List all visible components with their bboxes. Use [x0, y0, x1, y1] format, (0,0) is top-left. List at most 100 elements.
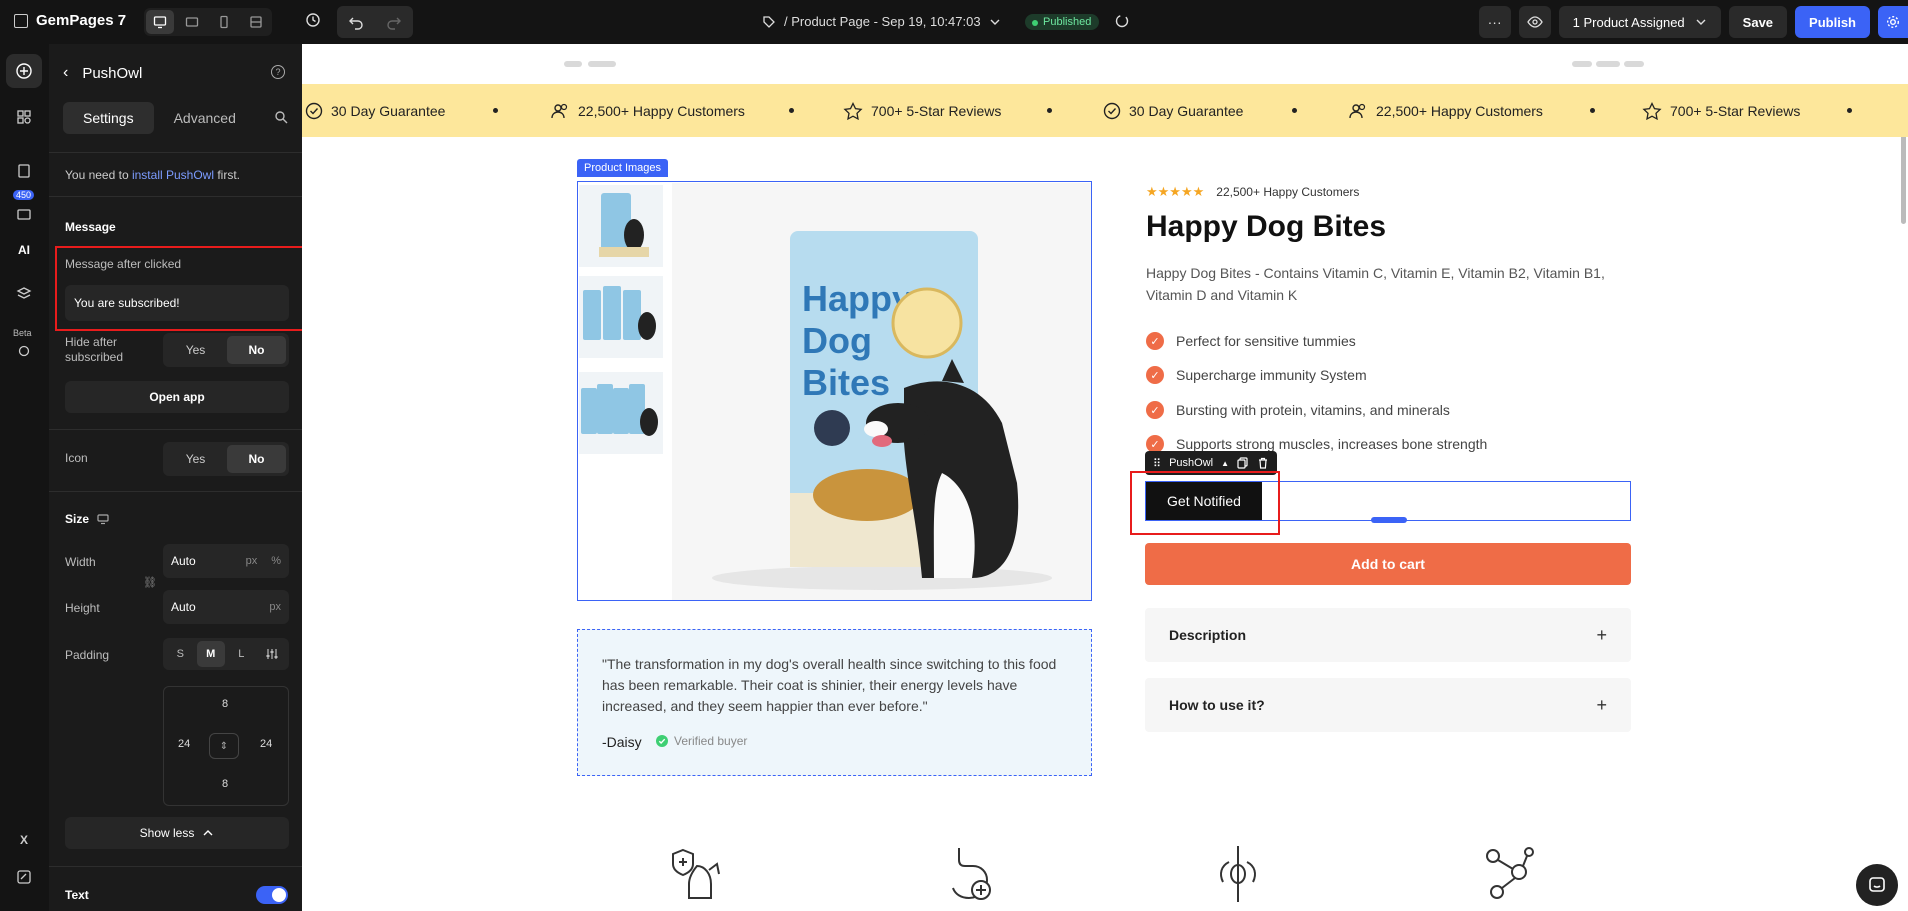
tablet-icon	[185, 17, 199, 27]
grid-icon	[17, 110, 31, 124]
page-indicator	[1624, 61, 1644, 67]
padding-custom-option[interactable]	[258, 641, 287, 667]
thumbnail-image	[579, 276, 663, 358]
accordion-how-to-use[interactable]: How to use it? +	[1145, 678, 1631, 732]
banner-item: 30 Day Guarantee	[305, 102, 445, 120]
icon-yes-option[interactable]: Yes	[166, 445, 225, 473]
caret-up-icon[interactable]: ▲	[1221, 459, 1229, 468]
height-input[interactable]: Auto px	[163, 590, 289, 624]
users-icon	[1349, 103, 1366, 118]
thumbnail-image	[579, 185, 663, 267]
sections-button[interactable]	[12, 105, 36, 129]
banner-text: 700+ 5-Star Reviews	[1670, 102, 1801, 119]
plus-circle-icon	[16, 63, 32, 79]
padding-top-value[interactable]: 8	[222, 698, 228, 710]
verified-label: Verified buyer	[674, 734, 748, 748]
product-main-image[interactable]: Happy Dog Bites	[672, 183, 1091, 600]
accordion-title: Description	[1169, 627, 1247, 643]
exit-icon[interactable]	[14, 13, 28, 28]
tab-advanced[interactable]: Advanced	[154, 102, 256, 134]
eye-icon	[1526, 16, 1543, 28]
product-thumbnail[interactable]	[579, 276, 663, 358]
product-thumbnail[interactable]	[579, 372, 663, 454]
separator-dot	[1847, 108, 1852, 113]
mobile-view-button[interactable]	[210, 10, 238, 34]
more-button[interactable]: ···	[1478, 6, 1511, 38]
beta-feature-button[interactable]	[12, 339, 36, 363]
back-icon[interactable]: ‹	[63, 64, 68, 82]
gear-icon	[1886, 15, 1900, 29]
desktop-icon	[153, 16, 167, 29]
chevron-down-icon	[990, 19, 1000, 25]
feedback-button[interactable]	[12, 865, 36, 889]
redo-icon	[387, 17, 401, 30]
app-logo[interactable]: GemPages 7	[14, 12, 126, 29]
icon-toggle: Yes No	[163, 442, 289, 476]
chevron-down-icon	[1696, 19, 1706, 25]
desktop-view-button[interactable]	[146, 10, 174, 34]
product-assigned-dropdown[interactable]: 1 Product Assigned	[1558, 6, 1721, 38]
padding-link-icon[interactable]: ⇕	[209, 733, 239, 759]
pages-button[interactable]	[12, 159, 36, 183]
chat-icon	[1869, 877, 1885, 892]
padding-m-option[interactable]: M	[196, 641, 225, 667]
product-thumbnail[interactable]	[579, 185, 663, 267]
testimonial-quote: "The transformation in my dog's overall …	[602, 656, 1057, 714]
width-input[interactable]: Auto px %	[163, 544, 289, 578]
help-icon[interactable]: ?	[271, 65, 285, 79]
preview-button[interactable]	[1518, 6, 1551, 38]
publish-settings-button[interactable]	[1878, 6, 1908, 38]
benefit-item: ✓ Supercharge immunity System	[1146, 366, 1367, 384]
redo-button[interactable]	[375, 6, 413, 38]
unit-percent[interactable]: %	[271, 555, 281, 567]
marquee-banner[interactable]: 30 Day Guarantee 22,500+ Happy Customers…	[302, 84, 1908, 137]
tablet-view-button[interactable]	[178, 10, 206, 34]
add-to-cart-button[interactable]: Add to cart	[1145, 543, 1631, 585]
tab-settings[interactable]: Settings	[63, 102, 154, 134]
x-button[interactable]: X	[12, 828, 36, 852]
accordion-description[interactable]: Description +	[1145, 608, 1631, 662]
install-link[interactable]: install PushOwl	[132, 168, 214, 182]
resize-handle[interactable]	[1371, 517, 1407, 523]
element-name[interactable]: PushOwl	[1169, 457, 1213, 469]
padding-bottom-value[interactable]: 8	[222, 778, 228, 790]
size-section-title: Size	[65, 512, 109, 526]
rating-stars: ★★★★★	[1146, 184, 1205, 199]
icon-no-option[interactable]: No	[227, 445, 286, 473]
padding-right-value[interactable]: 24	[260, 738, 272, 750]
padding-left-value[interactable]: 24	[178, 738, 190, 750]
sync-button[interactable]	[1114, 13, 1130, 29]
save-button[interactable]: Save	[1728, 6, 1788, 38]
undo-redo-group	[337, 6, 413, 38]
apps-button[interactable]	[12, 202, 36, 226]
publish-button[interactable]: Publish	[1795, 6, 1870, 38]
height-units: px	[269, 601, 281, 613]
link-icon[interactable]: ⛓	[143, 576, 157, 589]
unit-px[interactable]: px	[246, 555, 258, 567]
undo-button[interactable]	[337, 6, 375, 38]
custom-view-button[interactable]	[242, 10, 270, 34]
width-value: Auto	[171, 554, 196, 568]
ai-button[interactable]: AI	[12, 238, 36, 262]
search-icon[interactable]	[274, 110, 288, 124]
page-title-selector[interactable]: / Product Page - Sep 19, 10:47:03	[762, 14, 1001, 29]
open-app-button[interactable]: Open app	[65, 381, 289, 413]
banner-item: 700+ 5-Star Reviews	[1642, 101, 1801, 120]
testimonial-card[interactable]: "The transformation in my dog's overall …	[577, 629, 1092, 776]
duplicate-icon[interactable]	[1237, 457, 1249, 469]
padding-s-option[interactable]: S	[166, 641, 195, 667]
padding-l-option[interactable]: L	[227, 641, 256, 667]
chat-button[interactable]	[1856, 864, 1898, 906]
drag-handle-icon[interactable]: ⠿	[1153, 457, 1161, 470]
annotation-box	[55, 246, 304, 331]
hide-no-option[interactable]: No	[227, 336, 286, 364]
layers-button[interactable]	[12, 282, 36, 306]
history-button[interactable]	[305, 12, 321, 28]
show-less-label: Show less	[139, 826, 195, 840]
show-less-button[interactable]: Show less	[65, 817, 289, 849]
add-element-button[interactable]	[6, 54, 42, 88]
hide-yes-option[interactable]: Yes	[166, 336, 225, 364]
trash-icon[interactable]	[1257, 457, 1269, 469]
unit-px[interactable]: px	[269, 601, 281, 613]
text-toggle[interactable]	[256, 886, 288, 904]
